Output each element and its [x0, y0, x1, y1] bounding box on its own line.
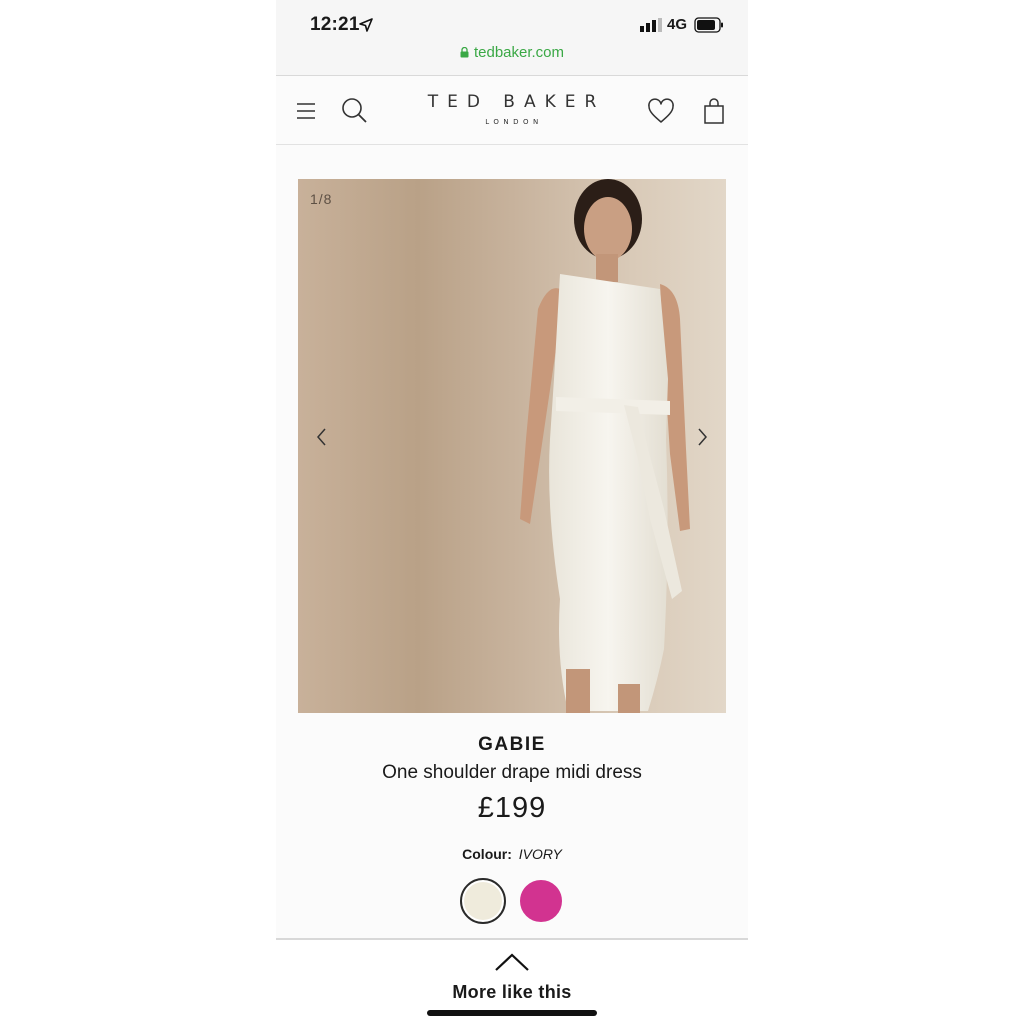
address-bar[interactable]: tedbaker.com [276, 44, 748, 61]
phone-screen: 12:21 4G tedbaker.com TED BAKER LONDON 1… [276, 0, 748, 1024]
battery-icon [694, 17, 723, 33]
brand-logo[interactable]: TED BAKER LONDON [276, 92, 748, 126]
product-name: GABIE [478, 734, 546, 755]
site-header: TED BAKER LONDON [276, 77, 748, 145]
more-like-this-label[interactable]: More like this [276, 982, 748, 1003]
signal-icon [640, 18, 662, 32]
product-photo [520, 179, 690, 713]
colour-label: Colour: [462, 846, 512, 862]
home-indicator[interactable] [427, 1010, 597, 1016]
brand-subtitle: LONDON [485, 118, 543, 126]
chevron-left-icon[interactable] [310, 423, 334, 451]
url-text: tedbaker.com [473, 44, 565, 61]
colour-selection-label: Colour: IVORY [276, 846, 748, 862]
image-counter: 1/8 [310, 191, 333, 207]
brand-name: TED BAKER [427, 92, 606, 112]
heart-icon[interactable] [646, 96, 676, 126]
colour-swatch-ivory[interactable] [460, 878, 506, 924]
colour-swatch-pink[interactable] [518, 878, 564, 924]
status-time: 12:21 [310, 14, 360, 35]
product-description: One shoulder drape midi dress [382, 762, 642, 783]
status-bar: 12:21 4G tedbaker.com [276, 0, 748, 76]
product-image-gallery[interactable]: 1/8 [298, 179, 726, 713]
shopping-bag-icon[interactable] [699, 96, 729, 126]
product-price: £199 [477, 792, 547, 824]
more-like-this-drawer[interactable]: More like this [276, 938, 748, 1024]
location-arrow-icon [359, 18, 373, 32]
lock-icon [460, 47, 469, 58]
chevron-up-icon[interactable] [494, 952, 530, 972]
chevron-right-icon[interactable] [690, 423, 714, 451]
network-type: 4G [667, 16, 688, 33]
colour-value: IVORY [518, 846, 562, 862]
